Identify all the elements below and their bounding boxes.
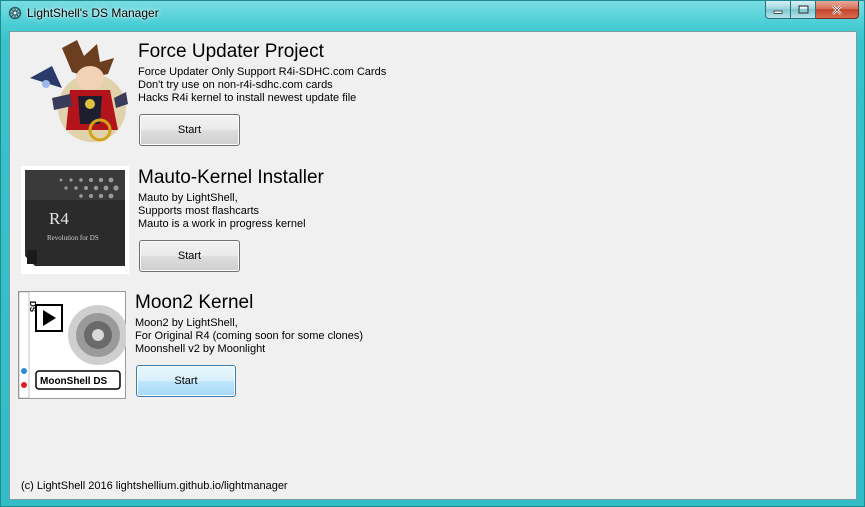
description-line: Moonshell v2 by Moonlight bbox=[135, 343, 266, 355]
moonshell-box-art: DS MoonShell DS bbox=[18, 291, 126, 399]
mauto-kernel-start-button[interactable]: Start bbox=[139, 240, 240, 272]
app-window: LightShell's DS Manager Force Updater Pr… bbox=[0, 0, 865, 507]
mauto-kernel-description: Mauto by LightShell, Supports most flash… bbox=[138, 192, 306, 231]
close-button[interactable] bbox=[816, 1, 859, 19]
description-line: Force Updater Only Support R4i-SDHC.com … bbox=[138, 66, 387, 78]
mauto-kernel-heading: Mauto-Kernel Installer bbox=[138, 167, 324, 188]
r4-card-image: R4 Revolution for DS bbox=[21, 166, 129, 274]
description-line: Don't try use on non-r4i-sdhc.com cards bbox=[138, 79, 333, 91]
description-line: For Original R4 (coming soon for some cl… bbox=[135, 330, 364, 342]
description-line: Hacks R4i kernel to install newest updat… bbox=[138, 92, 357, 104]
moonshell-logo: MoonShell DS bbox=[40, 376, 108, 387]
maximize-button[interactable] bbox=[791, 1, 816, 19]
description-line: Supports most flashcarts bbox=[138, 205, 260, 217]
r4-card-logo: R4 bbox=[49, 209, 69, 228]
close-icon bbox=[832, 4, 842, 15]
main-panel: Force Updater Project Force Updater Only… bbox=[9, 31, 857, 500]
force-updater-heading: Force Updater Project bbox=[138, 41, 324, 62]
caption-buttons bbox=[765, 1, 859, 20]
title-bar[interactable]: LightShell's DS Manager bbox=[1, 1, 864, 25]
minimize-icon bbox=[773, 10, 783, 14]
description-line: Mauto by LightShell, bbox=[138, 192, 238, 204]
r4-card-subtext: Revolution for DS bbox=[47, 234, 99, 242]
moon2-kernel-start-button[interactable]: Start bbox=[136, 365, 236, 397]
moon2-kernel-heading: Moon2 Kernel bbox=[135, 292, 254, 313]
force-updater-artwork bbox=[22, 38, 134, 144]
moon2-kernel-description: Moon2 by LightShell, For Original R4 (co… bbox=[135, 317, 363, 356]
force-updater-start-button[interactable]: Start bbox=[139, 114, 240, 146]
description-line: Moon2 by LightShell, bbox=[135, 317, 238, 329]
minimize-button[interactable] bbox=[765, 1, 791, 19]
app-icon[interactable] bbox=[8, 6, 22, 20]
window-title: LightShell's DS Manager bbox=[27, 6, 159, 20]
maximize-icon bbox=[798, 5, 808, 14]
copyright-footer: (c) LightShell 2016 lightshellium.github… bbox=[21, 480, 288, 492]
description-line: Mauto is a work in progress kernel bbox=[138, 218, 306, 230]
force-updater-description: Force Updater Only Support R4i-SDHC.com … bbox=[138, 66, 386, 105]
